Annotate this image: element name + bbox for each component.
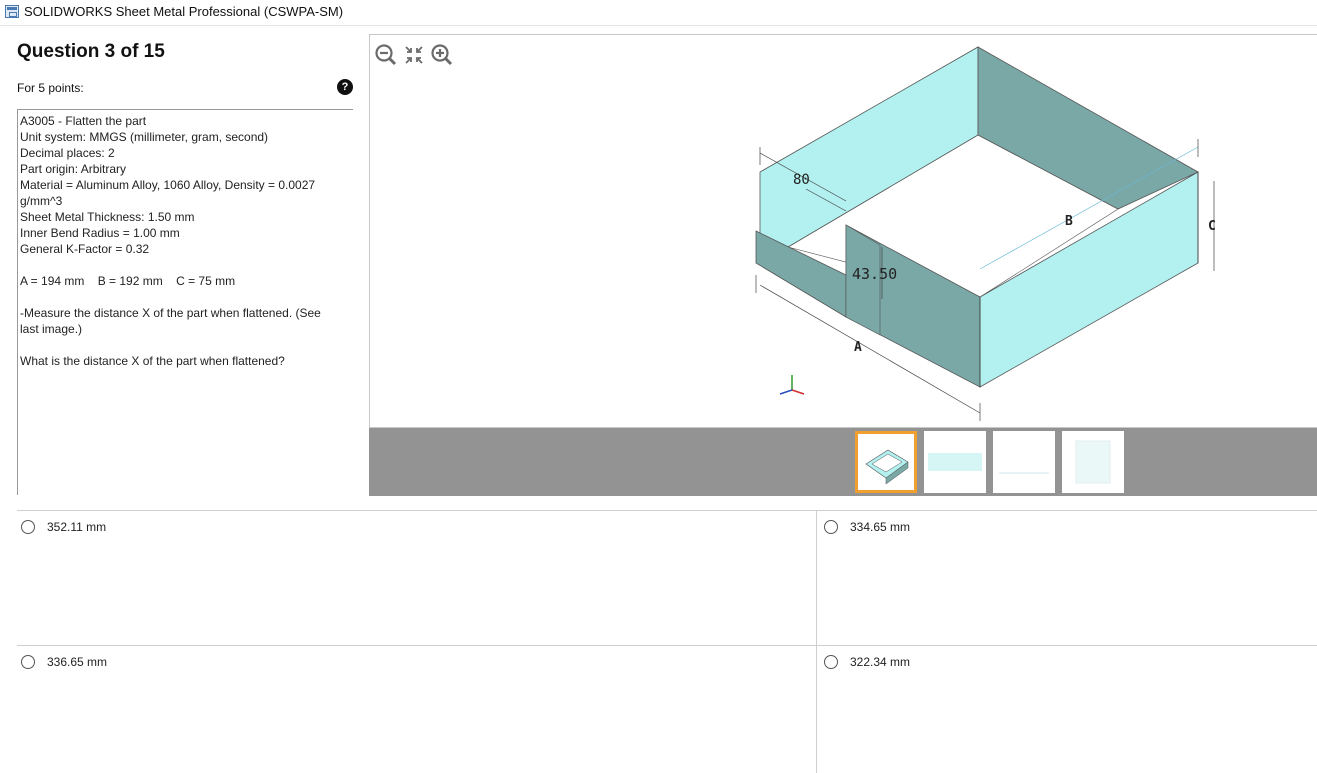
sheet-metal-part-drawing: 80 43.50 A B C — [755, 46, 1216, 421]
question-line: last image.) — [20, 322, 83, 336]
question-line: Decimal places: 2 — [20, 146, 115, 160]
dim-b: B — [1065, 214, 1073, 229]
answer-label: 334.65 mm — [850, 520, 911, 534]
thumbnail-2[interactable] — [924, 431, 986, 493]
dim-43-50: 43.50 — [852, 265, 897, 283]
question-text-box: A3005 - Flatten the part Unit system: MMG… — [17, 109, 353, 495]
points-label: For 5 points: — [17, 81, 84, 95]
question-line: g/mm^3 — [20, 194, 63, 208]
question-line — [20, 289, 353, 305]
question-line: Unit system: MMGS (millimeter, gram, sec… — [20, 130, 269, 144]
question-line: Inner Bend Radius = 1.00 mm — [20, 226, 180, 240]
thumbnail-3[interactable] — [993, 431, 1055, 493]
question-line: Material = Aluminum Alloy, 1060 Alloy, D… — [20, 178, 316, 192]
coordinate-triad-icon — [779, 375, 805, 395]
answer-label: 336.65 mm — [47, 655, 108, 669]
answer-label: 352.11 mm — [47, 520, 107, 534]
radio-button[interactable] — [824, 520, 838, 534]
dim-80: 80 — [793, 172, 810, 188]
thumbnail-4[interactable] — [1062, 431, 1124, 493]
question-line: -Measure the distance X of the part when… — [20, 306, 321, 320]
thumbnail-strip — [369, 428, 1317, 496]
answer-grid: 352.11 mm 334.65 mm 336.65 mm 322.34 mm — [17, 510, 1317, 773]
window-title: SOLIDWORKS Sheet Metal Professional (CSW… — [24, 4, 344, 19]
question-title: Question 3 of 15 — [17, 41, 165, 62]
answer-option-2[interactable]: 334.65 mm — [824, 520, 910, 534]
thumbnail-1[interactable] — [855, 431, 917, 493]
image-viewer: 80 43.50 A B C — [369, 34, 1317, 428]
question-line: What is the distance X of the part when … — [20, 354, 285, 368]
radio-button[interactable] — [21, 655, 35, 669]
question-line: Part origin: Arbitrary — [20, 162, 127, 176]
question-line: A = 194 mm B = 192 mm C = 75 mm — [20, 274, 236, 288]
answer-option-4[interactable]: 322.34 mm — [824, 655, 910, 669]
app-window-icon — [5, 5, 19, 18]
answer-option-3[interactable]: 336.65 mm — [21, 655, 107, 669]
question-line: Sheet Metal Thickness: 1.50 mm — [20, 210, 195, 224]
question-line — [20, 337, 353, 353]
question-line — [20, 257, 353, 273]
answer-option-1[interactable]: 352.11 mm — [21, 520, 106, 534]
question-line: General K-Factor = 0.32 — [20, 242, 150, 256]
dim-c: C — [1208, 219, 1216, 234]
help-icon[interactable]: ? — [337, 79, 353, 95]
title-bar: SOLIDWORKS Sheet Metal Professional (CSW… — [0, 0, 1317, 26]
answer-label: 322.34 mm — [850, 655, 911, 669]
radio-button[interactable] — [824, 655, 838, 669]
radio-button[interactable] — [21, 520, 35, 534]
dim-a: A — [854, 340, 862, 355]
question-line: A3005 - Flatten the part — [20, 114, 147, 128]
